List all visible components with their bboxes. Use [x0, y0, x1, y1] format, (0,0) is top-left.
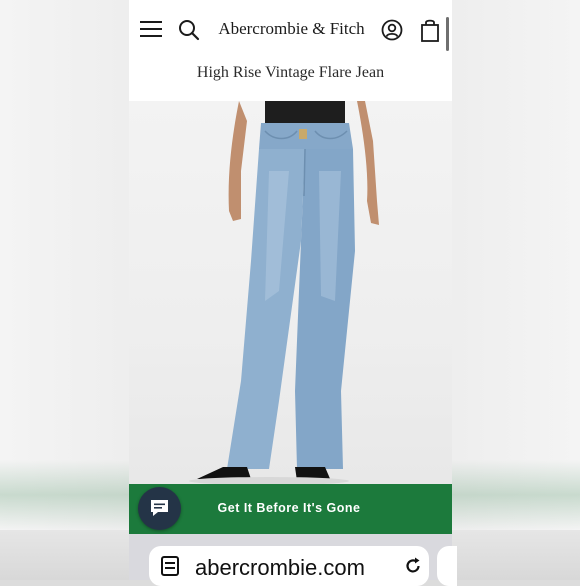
reload-icon[interactable] — [403, 556, 423, 576]
browser-url-bar: abercrombie.com — [129, 534, 457, 586]
scroll-indicator — [446, 17, 449, 51]
shopping-bag-icon[interactable] — [420, 18, 440, 42]
account-icon[interactable] — [381, 19, 403, 41]
search-icon[interactable] — [178, 19, 200, 41]
product-image[interactable] — [129, 101, 452, 484]
product-title: High Rise Vintage Flare Jean — [196, 64, 385, 81]
hamburger-menu-icon[interactable] — [140, 20, 162, 38]
chat-button[interactable] — [138, 487, 181, 530]
brand-logo[interactable]: Abercrombie & Fitch — [209, 19, 374, 39]
phone-screen: Abercrombie & Fitch High Rise Vintage Fl… — [129, 0, 452, 580]
cta-label: Get It Before It's Gone — [217, 501, 361, 515]
reader-mode-icon[interactable] — [161, 556, 179, 576]
product-title-bar: High Rise Vintage Flare Jean — [129, 58, 452, 101]
url-text: abercrombie.com — [195, 555, 365, 580]
site-header: Abercrombie & Fitch — [129, 0, 452, 58]
address-field[interactable]: abercrombie.com — [149, 546, 429, 586]
next-tab-edge[interactable] — [437, 546, 457, 586]
